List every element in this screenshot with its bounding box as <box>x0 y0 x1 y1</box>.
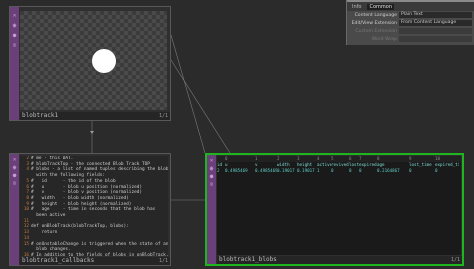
table-cell[interactable]: 0 <box>409 168 435 174</box>
code-text: return <box>31 230 58 236</box>
code-text: with the following fields: <box>31 173 106 179</box>
custom-extension-field[interactable] <box>399 28 472 34</box>
flag-display-icon[interactable]: ⊙ <box>208 182 215 188</box>
param-label: Custom Extension <box>355 28 397 34</box>
tab-common[interactable]: Common <box>367 3 394 10</box>
table-cell[interactable]: 0.2164867 <box>377 168 409 174</box>
code-text: # height - blob height (normalized) <box>31 201 132 207</box>
table-cell[interactable]: 0 <box>349 168 359 174</box>
parameter-panel: Info Common Content Language Plain Text … <box>346 0 474 45</box>
flag-display-icon[interactable]: ⊙ <box>11 181 18 187</box>
code-text: blob changes. <box>31 247 71 253</box>
node-name[interactable]: blobtrack1_callbacks <box>20 257 170 265</box>
panel-tabs: Info Common <box>347 2 474 11</box>
node-name[interactable]: blobtrack1 <box>20 112 170 120</box>
code-line: 16 # In addition to the fields of blobs i… <box>20 253 168 256</box>
table-cell[interactable]: 1 <box>317 168 331 174</box>
callbacks-node[interactable]: ✕ ◉ ● ⊙ 2 # me - this DAT. 3 # blobTrackTop… <box>9 153 171 266</box>
code-text: been active <box>31 213 66 219</box>
table-cell[interactable]: 0.4985469 <box>255 168 277 174</box>
code-text: def onBlobTrack(blobTrackTop, blobs): <box>31 224 129 230</box>
flag-lock-icon[interactable]: ● <box>11 33 18 39</box>
line-number: 16 <box>23 252 29 256</box>
code-text: # In addition to the fields of blobs in … <box>31 252 168 256</box>
code-text: # blobTrackTop - the connected Blob Trac… <box>31 161 150 167</box>
flag-lock-icon[interactable]: ● <box>11 173 18 179</box>
tab-info[interactable]: Info <box>350 4 363 10</box>
table-cell[interactable]: 0 <box>331 168 349 174</box>
param-label: Content Language <box>354 12 397 18</box>
blobs-table-node[interactable]: ✕ ◉ ● ⊙ 0 1 2 3 4 5 6 7 8 9 10 id u v width height activ… <box>205 153 464 266</box>
flag-x-icon[interactable]: ✕ <box>11 157 18 163</box>
node-flag: 1/1 <box>158 258 168 264</box>
node-flag: 1/1 <box>450 257 460 263</box>
table-cell[interactable]: 0 <box>435 168 459 174</box>
flag-eye-icon[interactable]: ◉ <box>208 166 215 172</box>
table-viewer[interactable]: 0 1 2 3 4 5 6 7 8 9 10 id u v width height active revived… <box>217 156 461 255</box>
table-cell[interactable]: 2 <box>217 168 225 174</box>
code-text: # blobs - a list of named tuples describ… <box>31 167 168 173</box>
flag-eye-icon[interactable]: ◉ <box>11 165 18 171</box>
table-row: 2 0.4985469 0.4985469 0.19017 0.19017 1 0 0 0 0.2… <box>217 168 461 174</box>
param-row-edit-view-extension: Edit/View Extension From Content Languag… <box>350 19 474 27</box>
param-label: Edit/View Extension <box>351 20 397 26</box>
content-language-select[interactable]: Plain Text <box>399 12 472 18</box>
flag-eye-icon[interactable]: ◉ <box>11 23 18 29</box>
wire-arrow <box>90 131 94 134</box>
flag-lock-icon[interactable]: ● <box>208 174 215 180</box>
code-text: # width - blob width (normalized) <box>31 195 129 201</box>
param-row-custom-extension: Custom Extension <box>350 27 474 35</box>
param-row-content-language: Content Language Plain Text <box>350 11 474 19</box>
table-cell[interactable]: 0.19017 <box>297 168 317 174</box>
code-text: # u - blob u position (normalized) <box>31 184 143 190</box>
blobtrack-viewer-node[interactable]: ✕ ◉ ● ⊙ blobtrack1 1/1 <box>9 6 171 121</box>
word-wrap-field[interactable] <box>399 36 472 42</box>
flag-x-icon[interactable]: ✕ <box>11 13 18 19</box>
node-flag: 1/1 <box>158 113 168 119</box>
code-text: # age - time in seconds that the blob ha… <box>31 207 156 213</box>
edit-view-extension-select[interactable]: From Content Language <box>399 20 472 26</box>
flag-x-icon[interactable]: ✕ <box>208 158 215 164</box>
node-name[interactable]: blobtrack1_blobs <box>217 256 462 264</box>
param-row-word-wrap: Word Wrap <box>350 35 474 43</box>
code-text: # id - the id of the blob <box>31 178 116 184</box>
code-text: # me - this DAT. <box>31 156 74 161</box>
code-editor[interactable]: 2 # me - this DAT. 3 # blobTrackTop - the c… <box>20 156 168 256</box>
wire-viewer-to-table-2 <box>170 59 231 154</box>
blob-shape <box>92 49 116 73</box>
wire-viewer-to-table <box>170 34 206 154</box>
table-cell[interactable]: 0.4985469 <box>225 168 255 174</box>
param-label: Word Wrap <box>371 36 397 42</box>
table-cell[interactable]: 0 <box>359 168 377 174</box>
node-viewer[interactable] <box>20 11 167 110</box>
flag-display-icon[interactable]: ⊙ <box>11 43 18 49</box>
table-cell[interactable]: 0.19017 <box>277 168 297 174</box>
code-text: # onUnstableChange is triggered when the… <box>31 241 168 247</box>
code-text: # v - blob v position (normalized) <box>31 190 143 196</box>
